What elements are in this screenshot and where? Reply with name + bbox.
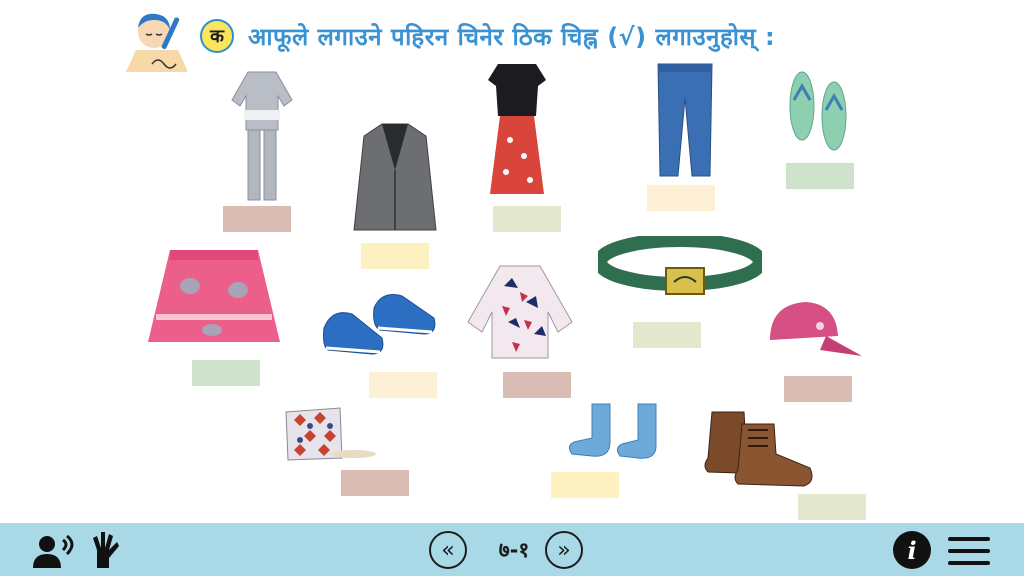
socks-image — [566, 402, 666, 462]
sneakers-image — [322, 288, 438, 360]
checkbox-belt[interactable] — [633, 322, 701, 348]
checkbox-slippers[interactable] — [786, 163, 854, 189]
kurta-suruwal-image — [226, 66, 298, 204]
printed-shirt-image — [464, 262, 576, 362]
next-page-button[interactable]: » — [545, 531, 583, 569]
checkbox-blouse-and-skirt[interactable] — [493, 206, 561, 232]
jeans-image — [652, 62, 718, 178]
checkbox-coat[interactable] — [361, 243, 429, 269]
checkbox-boots[interactable] — [798, 494, 866, 520]
hamburger-menu-icon — [948, 537, 990, 541]
instruction-text: आफूले लगाउने पहिरन चिनेर ठिक चिह्न (√) ल… — [248, 22, 776, 51]
speaker-person-icon[interactable] — [33, 534, 77, 568]
checkbox-printed-shirt[interactable] — [503, 372, 571, 398]
hamburger-menu-button[interactable] — [948, 535, 990, 567]
prev-page-button[interactable]: « — [429, 531, 467, 569]
writing-child-icon — [122, 6, 190, 74]
dhaka-topi-image — [284, 406, 378, 466]
boots-image — [700, 406, 818, 490]
sign-language-hand-icon[interactable] — [91, 530, 121, 570]
info-button[interactable]: i — [893, 531, 931, 569]
exercise-badge: क — [200, 19, 234, 53]
cap-image — [766, 296, 864, 360]
checkbox-sneakers[interactable] — [369, 372, 437, 398]
checkbox-cap[interactable] — [784, 376, 852, 402]
belt-image — [593, 233, 767, 300]
checkbox-socks[interactable] — [551, 472, 619, 498]
instruction-header: क आफूले लगाउने पहिरन चिनेर ठिक चिह्न (√)… — [200, 18, 775, 54]
checkbox-jeans[interactable] — [647, 185, 715, 211]
blouse-and-skirt-image — [486, 60, 548, 198]
page-number: ७-१ — [498, 538, 530, 562]
checkbox-kurta-suruwal[interactable] — [223, 206, 291, 232]
coat-image — [352, 120, 438, 238]
checkbox-dhaka-topi[interactable] — [341, 470, 409, 496]
checkbox-pink-skirt[interactable] — [192, 360, 260, 386]
info-icon: i — [907, 535, 917, 565]
hamburger-menu-line — [948, 549, 990, 553]
hamburger-menu-line — [948, 561, 990, 565]
slippers-image — [786, 66, 852, 156]
pink-skirt-image — [146, 246, 282, 350]
